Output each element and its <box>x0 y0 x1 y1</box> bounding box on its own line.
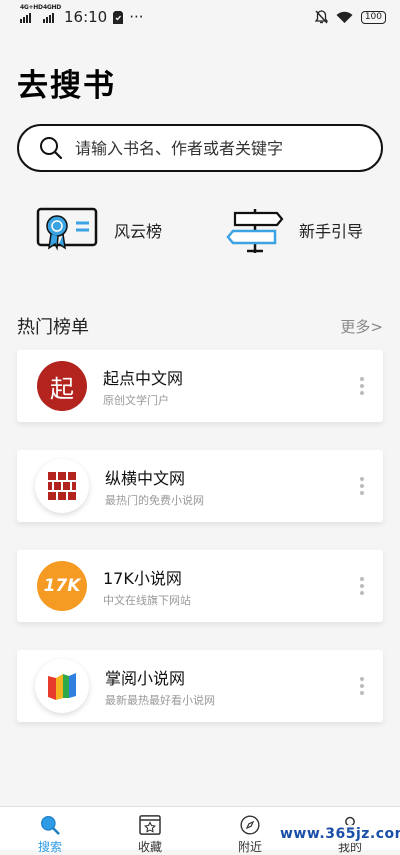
status-bar-left: 4G+HD 4GHD 16:10 ··· <box>20 4 144 26</box>
search-input[interactable] <box>73 137 357 159</box>
ranking-card-zongheng[interactable]: 纵横中文网 最热门的免费小说网 <box>17 450 383 522</box>
status-bar: 4G+HD 4GHD 16:10 ··· 100 <box>0 0 400 34</box>
more-options-icon[interactable] <box>360 577 364 595</box>
ranking-card-qidian[interactable]: 起 起点中文网 原创文学门户 <box>17 350 383 422</box>
quick-link-label: 新手引导 <box>299 222 364 241</box>
qidian-logo-icon: 起 <box>37 361 87 411</box>
mute-bell-icon <box>314 10 328 24</box>
search-bar[interactable] <box>17 124 383 172</box>
site-desc: 原创文学门户 <box>103 393 169 407</box>
certificate-icon <box>36 207 98 251</box>
status-time: 16:10 <box>64 8 108 26</box>
compass-icon <box>240 815 260 835</box>
site-name: 掌阅小说网 <box>105 668 186 688</box>
signpost-icon <box>226 209 284 253</box>
tab-search[interactable]: 搜索 <box>30 815 70 855</box>
ranking-card-zhangyue[interactable]: 掌阅小说网 最新最热最好看小说网 <box>17 650 383 722</box>
network-label-2: 4GHD <box>43 4 61 11</box>
wifi-icon <box>336 11 353 23</box>
section-title: 热门榜单 <box>17 317 89 338</box>
search-icon <box>40 137 63 160</box>
logo-text: 17K <box>43 576 81 596</box>
network-label-1: 4G+HD <box>20 4 43 11</box>
site-desc: 中文在线旗下网站 <box>103 593 191 607</box>
site-desc: 最热门的免费小说网 <box>105 493 204 507</box>
more-options-icon[interactable] <box>360 477 364 495</box>
tab-label: 收藏 <box>137 840 162 854</box>
quick-link-ranking[interactable]: 风云榜 <box>36 200 162 260</box>
quick-link-label: 风云榜 <box>114 222 163 241</box>
17k-logo-icon: 17K <box>37 561 87 611</box>
page-title: 去搜书 <box>17 68 116 104</box>
status-bar-right: 100 <box>314 10 386 24</box>
sim-notification-icon <box>113 10 124 24</box>
tab-nearby[interactable]: 附近 <box>230 815 270 855</box>
watermark: www.365jz.com <box>276 825 400 843</box>
logo-text: 起 <box>50 374 74 403</box>
ranking-card-17k[interactable]: 17K 17K小说网 中文在线旗下网站 <box>17 550 383 622</box>
tab-label: 搜索 <box>37 840 62 854</box>
site-desc: 最新最热最好看小说网 <box>105 693 215 707</box>
site-name: 纵横中文网 <box>105 468 186 488</box>
tab-label: 附近 <box>237 840 262 854</box>
quick-link-guide[interactable]: 新手引导 <box>225 200 363 260</box>
signal-icon: 4GHD <box>43 4 61 23</box>
bookmark-star-icon <box>139 815 161 835</box>
more-options-icon[interactable] <box>360 677 364 695</box>
tab-favorites[interactable]: 收藏 <box>130 815 170 855</box>
search-icon <box>41 816 60 835</box>
zongheng-logo-icon <box>35 459 89 513</box>
zhangyue-logo-icon <box>35 659 89 713</box>
more-link[interactable]: 更多> <box>340 316 383 337</box>
site-name: 起点中文网 <box>103 368 184 388</box>
battery-icon: 100 <box>360 10 386 24</box>
more-options-icon[interactable] <box>360 377 364 395</box>
signal-icon: 4G+HD <box>20 4 43 23</box>
site-name: 17K小说网 <box>103 568 182 588</box>
status-more: ··· <box>129 8 144 26</box>
